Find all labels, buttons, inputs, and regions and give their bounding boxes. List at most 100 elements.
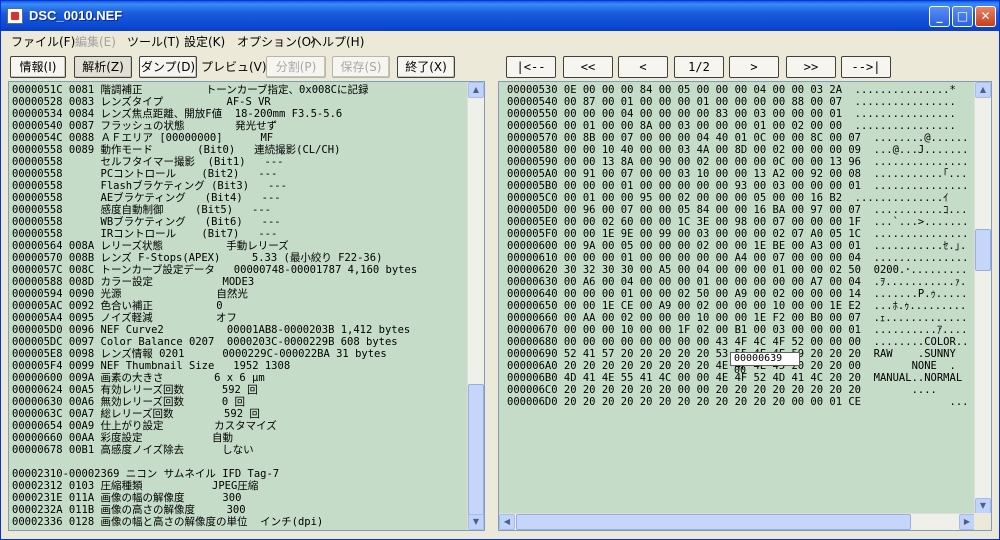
nav-next-page-button[interactable]: >> <box>786 56 836 78</box>
analysis-line: 00002312 0103 圧縮種類 JPEG圧縮 <box>12 480 259 492</box>
analysis-line: 000005AC 0092 色合い補正 0 <box>12 300 223 312</box>
menu-help[interactable]: ヘルプ(H) <box>310 33 364 50</box>
hex-line: 00000610 00 00 00 01 00 00 00 00 00 A4 0… <box>507 252 967 264</box>
menu-edit[interactable]: 編集(E) <box>75 33 116 50</box>
analysis-line: 00000678 00B1 高感度ノイズ除去 しない <box>12 444 254 456</box>
analysis-line: 00000588 008D カラー設定 MODE3 <box>12 276 255 288</box>
hex-line: 000006D0 20 20 20 20 20 20 20 20 20 20 2… <box>507 396 967 408</box>
analysis-text[interactable]: 0000051C 0081 階調補正 トーンカーブ指定、0x008Cに記録 000… <box>12 84 468 530</box>
analysis-line: 0000054C 0088 ＡＦエリア [00000000] MF <box>12 132 274 144</box>
hex-line: 00000650 00 00 1E CE 00 A9 00 02 00 00 0… <box>507 300 967 312</box>
analysis-line: 000005D0 0096 NEF Curve2 00001AB8-000020… <box>12 324 411 336</box>
hex-line: 00000640 00 00 00 01 00 00 02 50 00 A9 0… <box>507 288 967 300</box>
analysis-line: 0000063C 00A7 総レリーズ回数 592 回 <box>12 408 260 420</box>
dump-button[interactable]: ダンプ(D) <box>139 56 197 78</box>
analysis-line: 00000654 00A9 仕上がり設定 カスタマイズ <box>12 420 277 432</box>
window-title: DSC_0010.NEF <box>29 8 123 23</box>
analyze-button[interactable]: 解析(Z) <box>74 56 132 78</box>
minimize-button[interactable]: _ <box>929 6 950 27</box>
scroll-corner <box>974 513 991 530</box>
analysis-line: 00000600 009A 画素の大きさ 6 x 6 μm <box>12 372 265 384</box>
menu-options[interactable]: オプション(O) <box>237 33 316 50</box>
menu-bar: ファイル(F) 編集(E) ツール(T) 設定(K) オプション(O) ヘルプ(… <box>1 31 999 50</box>
hex-dump-pane[interactable]: 00000530 0E 00 00 00 84 00 05 00 00 00 0… <box>498 81 992 531</box>
hex-line: 00000570 00 8B 00 07 00 00 00 04 40 01 0… <box>507 132 967 144</box>
menu-file[interactable]: ファイル(F) <box>11 33 75 50</box>
close-button[interactable]: ✕ <box>975 6 996 27</box>
scroll-down-arrow-icon[interactable]: ▼ <box>468 514 484 530</box>
scroll-left-arrow-icon[interactable]: ◀ <box>499 514 515 530</box>
application-window: DSC_0010.NEF _ □ ✕ ファイル(F) 編集(E) ツール(T) … <box>0 0 1000 540</box>
analysis-line: 00000558 IRコントロール (Bit7) --- <box>12 228 278 240</box>
hex-line: 00000550 00 00 00 04 00 00 00 00 83 00 0… <box>507 108 956 120</box>
exit-button[interactable]: 終了(X) <box>397 56 455 78</box>
analysis-line: 00002310-00002369 ニコン サムネイル IFD Tag-7 <box>12 468 280 480</box>
hex-line: 00000560 00 01 00 00 8A 00 03 00 00 00 0… <box>507 120 956 132</box>
analysis-line: 00000534 0084 レンズ焦点距離、開放F値 18-200mm F3.5… <box>12 108 343 120</box>
save-button[interactable]: 保存(S) <box>332 56 390 78</box>
preview-button[interactable]: プレビュ(V) <box>201 58 267 75</box>
hex-line: 00000540 00 87 00 01 00 00 00 01 00 00 0… <box>507 96 956 108</box>
hex-line: 000005F0 00 00 1E 9E 00 99 00 03 00 00 0… <box>507 228 967 240</box>
analysis-line: 00000558 セルフタイマー撮影 (Bit1) --- <box>12 156 284 168</box>
analysis-line: 000005F4 0099 NEF Thumbnail Size 1952 13… <box>12 360 291 372</box>
analysis-line: 0000057C 008C トーンカーブ設定データ 00000748-00001… <box>12 264 418 276</box>
analysis-line: 00000660 00AA 彩度設定 自動 <box>12 432 234 444</box>
title-bar[interactable]: DSC_0010.NEF _ □ ✕ <box>1 1 999 31</box>
hex-line: 00000600 00 9A 00 05 00 00 00 02 00 00 1… <box>507 240 967 252</box>
hex-line: 000006C0 20 20 20 20 20 20 00 00 20 20 2… <box>507 384 937 396</box>
analysis-line: 00000558 感度自動制御 (Bit5) --- <box>12 204 271 216</box>
hex-line: 00000620 30 32 30 30 00 A5 00 04 00 00 0… <box>507 264 967 276</box>
nav-prev-button[interactable]: < <box>618 56 668 78</box>
analysis-line: 00000624 00A5 有効レリーズ回数 592 回 <box>12 384 258 396</box>
maximize-button[interactable]: □ <box>952 6 973 27</box>
hex-line: 00000680 00 00 00 00 00 00 00 00 43 4F 4… <box>507 336 967 348</box>
hex-line: 000005E0 00 00 02 60 00 00 1C 3E 00 98 0… <box>507 216 967 228</box>
scroll-thumb[interactable] <box>516 514 911 530</box>
scroll-thumb[interactable] <box>975 229 991 271</box>
info-button[interactable]: 情報(I) <box>10 56 66 78</box>
hex-line: 00000670 00 00 00 10 00 00 1F 02 00 B1 0… <box>507 324 967 336</box>
menu-tools[interactable]: ツール(T) <box>127 33 180 50</box>
analysis-line: 00000570 008B レンズ F-Stops(APEX) 5.33 (最小… <box>12 252 383 264</box>
hex-line: 000005B0 00 00 00 01 00 00 00 00 00 93 0… <box>507 180 967 192</box>
scroll-up-arrow-icon[interactable]: ▲ <box>975 82 991 98</box>
hex-hscrollbar[interactable]: ◀ ▶ <box>499 513 975 530</box>
analysis-line: 00000528 0083 レンズタイプ AF-S VR <box>12 96 271 108</box>
analysis-line: 00000558 AEブラケティング (Bit4) --- <box>12 192 281 204</box>
nav-next-button[interactable]: > <box>729 56 779 78</box>
scroll-thumb[interactable] <box>468 384 484 524</box>
analysis-line: 00000558 PCコントロール (Bit2) --- <box>12 168 278 180</box>
hex-line: 00000530 0E 00 00 00 84 00 05 00 00 00 0… <box>507 84 956 96</box>
scroll-up-arrow-icon[interactable]: ▲ <box>468 82 484 98</box>
analysis-line: 00000558 0089 動作モード (Bit0) 連続撮影(CL/CH) <box>12 144 341 156</box>
analysis-line: 00000594 0090 光源 自然光 <box>12 288 248 300</box>
hex-vscrollbar[interactable]: ▲ ▼ <box>974 82 991 514</box>
scroll-right-arrow-icon[interactable]: ▶ <box>959 514 975 530</box>
hex-line: 000005D0 00 96 00 07 00 00 05 84 00 00 1… <box>507 204 967 216</box>
hex-line: 00000660 00 AA 00 02 00 00 00 10 00 00 1… <box>507 312 967 324</box>
hex-line: 00000580 00 00 10 40 00 00 03 4A 00 8D 0… <box>507 144 967 156</box>
hex-line: 000005A0 00 91 00 07 00 00 03 10 00 00 1… <box>507 168 967 180</box>
hex-line: 00000590 00 00 13 8A 00 90 00 02 00 00 0… <box>507 156 967 168</box>
analysis-line: 0000231E 011A 画像の幅の解像度 300 <box>12 492 242 504</box>
analysis-line: 0000232A 011B 画像の高さの解像度 300 <box>12 504 246 516</box>
hex-line: 000005C0 00 01 00 00 95 00 02 00 00 00 0… <box>507 192 949 204</box>
scroll-down-arrow-icon[interactable]: ▼ <box>975 498 991 514</box>
analysis-line: 000005E8 0098 レンズ情報 0201 0000229C-000022… <box>12 348 387 360</box>
nav-last-button[interactable]: -->| <box>841 56 891 78</box>
analysis-line: 00000540 0087 フラッシュの状態 発光せず <box>12 120 278 132</box>
nav-prev-page-button[interactable]: << <box>563 56 613 78</box>
page-indicator: 1/2 <box>674 56 724 78</box>
analysis-vscrollbar[interactable]: ▲ ▼ <box>467 82 484 530</box>
analysis-line: 000005A4 0095 ノイズ軽減 オフ <box>12 312 237 324</box>
nav-first-button[interactable]: |<-- <box>506 56 556 78</box>
app-icon <box>7 8 23 24</box>
analysis-line: 00000558 WBブラケティング (Bit6) --- <box>12 216 281 228</box>
split-button[interactable]: 分割(P) <box>266 56 326 78</box>
toolbar: 情報(I) 解析(Z) ダンプ(D) プレビュ(V) 分割(P) 保存(S) 終… <box>1 53 999 81</box>
hex-dump-text[interactable]: 00000530 0E 00 00 00 84 00 05 00 00 00 0… <box>507 84 967 496</box>
analysis-pane[interactable]: 0000051C 0081 階調補正 トーンカーブ指定、0x008Cに記録 000… <box>8 81 485 531</box>
analysis-line: 00002336 0128 画像の幅と高さの解像度の単位 インチ(dpi) <box>12 516 324 528</box>
menu-settings[interactable]: 設定(K) <box>184 33 225 50</box>
